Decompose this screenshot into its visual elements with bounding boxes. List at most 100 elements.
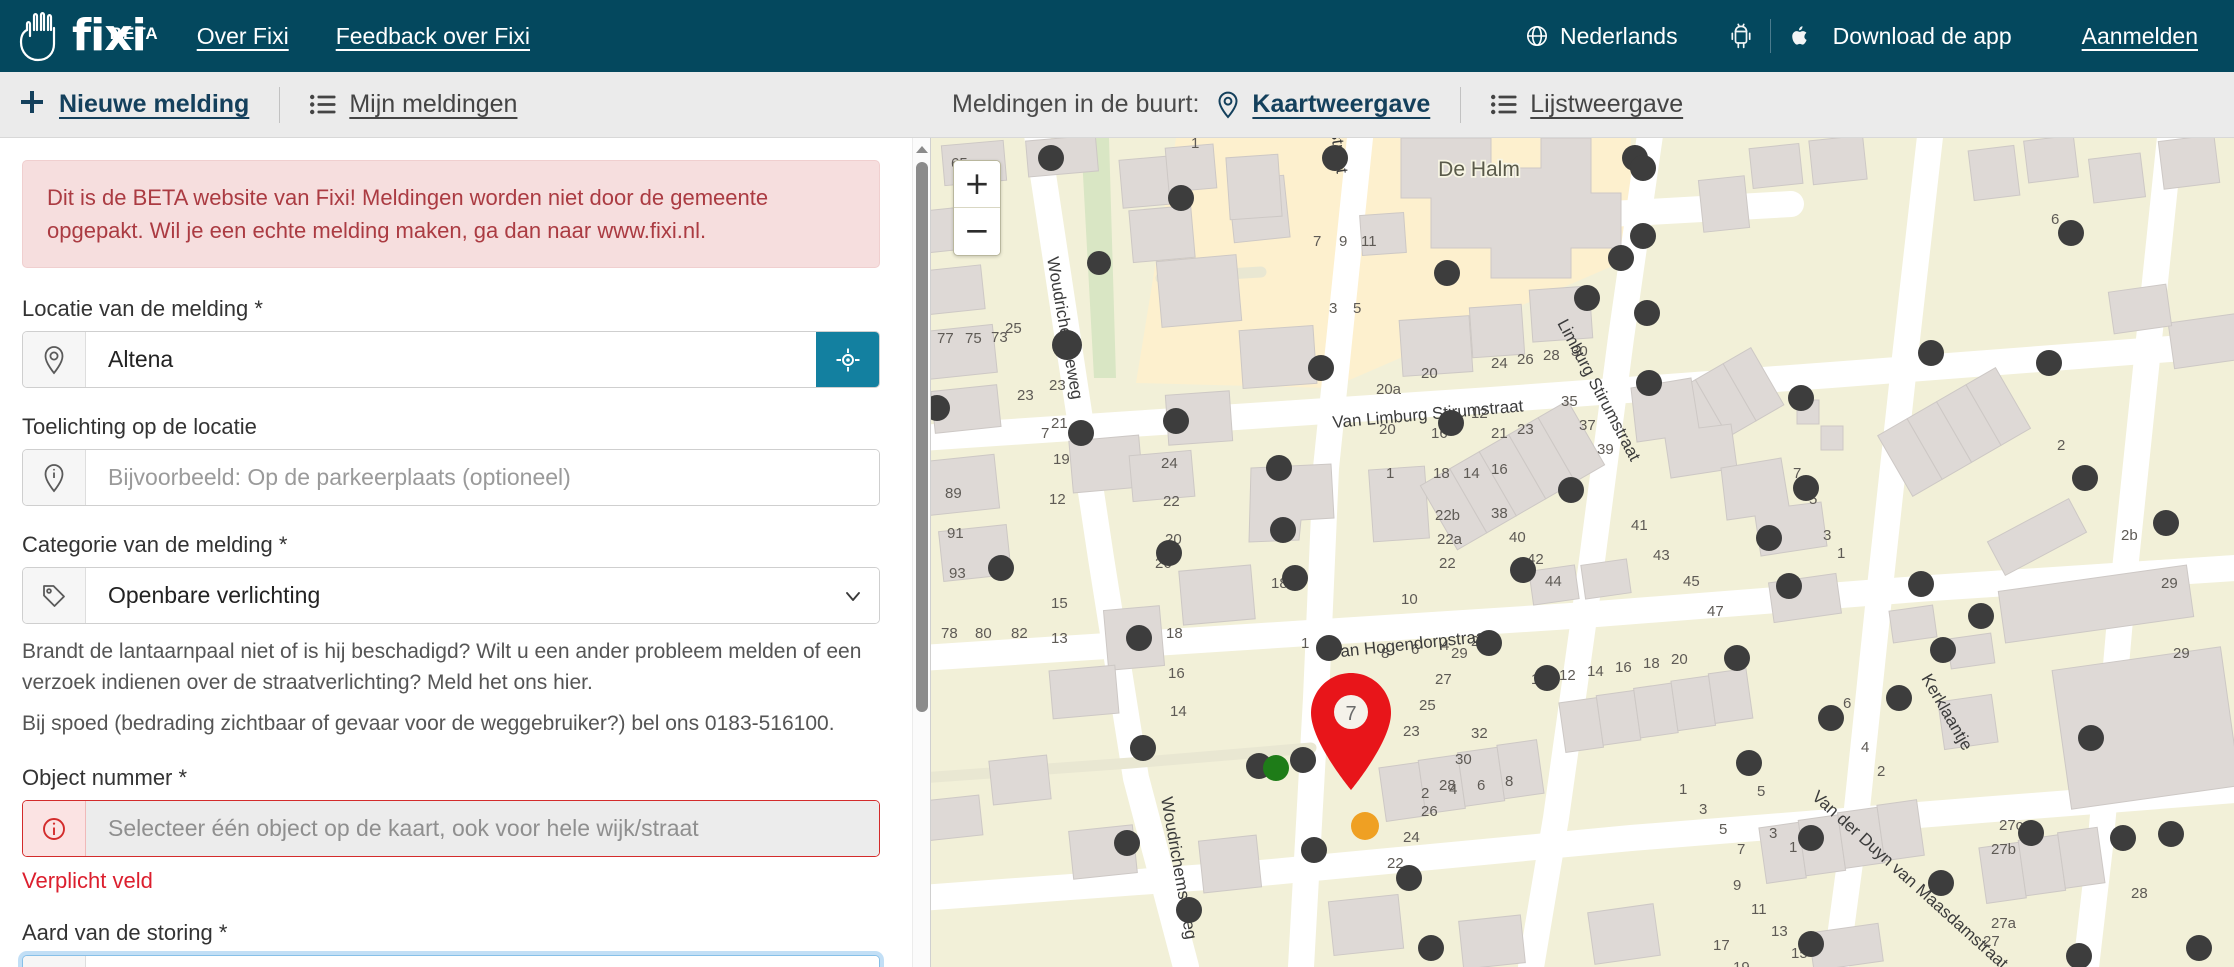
- svg-text:39: 39: [1597, 441, 1614, 458]
- report-form-panel: Dit is de BETA website van Fixi! Melding…: [0, 138, 930, 967]
- svg-text:43: 43: [1653, 547, 1670, 564]
- logo[interactable]: fixi BETA: [18, 10, 159, 62]
- over-fixi-link[interactable]: Over Fixi: [197, 23, 289, 50]
- zoom-out-button[interactable]: −: [954, 208, 1000, 255]
- tag-icon: [23, 568, 86, 623]
- svg-text:4: 4: [1861, 739, 1869, 756]
- my-reports-button[interactable]: Mijn meldingen: [310, 90, 517, 119]
- svg-text:7: 7: [1313, 233, 1321, 250]
- svg-text:27a: 27a: [1991, 915, 2017, 932]
- list-view-button[interactable]: Lijstweergave: [1491, 90, 1683, 119]
- svg-text:11: 11: [1751, 901, 1767, 918]
- area-label: De Halm: [1438, 158, 1520, 181]
- svg-text:45: 45: [1683, 573, 1700, 590]
- svg-text:1: 1: [1679, 781, 1687, 798]
- svg-text:7: 7: [1041, 425, 1049, 442]
- svg-text:78: 78: [941, 625, 958, 642]
- map-marker-green: [1263, 755, 1289, 781]
- apple-icon[interactable]: [1787, 22, 1813, 50]
- svg-text:25: 25: [1419, 697, 1436, 714]
- svg-text:23: 23: [1017, 387, 1034, 404]
- svg-text:1: 1: [1191, 138, 1199, 152]
- object-number-input[interactable]: Selecteer één object op de kaart, ook vo…: [86, 801, 879, 857]
- header-right-group: Nederlands Download de app Aanmelden: [1525, 19, 2198, 53]
- new-report-button[interactable]: Nieuwe melding: [18, 88, 249, 122]
- svg-text:32: 32: [1471, 725, 1488, 742]
- svg-text:93: 93: [949, 565, 966, 582]
- object-number-input-row[interactable]: Selecteer één object op de kaart, ook vo…: [22, 800, 880, 858]
- location-input[interactable]: Altena: [86, 332, 816, 387]
- feedback-over-fixi-link[interactable]: Feedback over Fixi: [336, 23, 530, 50]
- download-app-link[interactable]: Download de app: [1833, 23, 2012, 50]
- list-icon: [310, 94, 336, 115]
- beta-alert-banner: Dit is de BETA website van Fixi! Melding…: [22, 160, 880, 268]
- form-scrollbar[interactable]: [912, 138, 930, 967]
- svg-text:89: 89: [945, 485, 962, 502]
- language-selector[interactable]: Nederlands: [1525, 23, 1678, 50]
- svg-text:12: 12: [1559, 667, 1576, 684]
- svg-text:30: 30: [1455, 751, 1472, 768]
- svg-text:14: 14: [1587, 663, 1604, 680]
- svg-text:14: 14: [1463, 465, 1480, 482]
- map-zoom-controls[interactable]: + −: [953, 160, 1001, 256]
- svg-text:22: 22: [1163, 493, 1180, 510]
- signin-link[interactable]: Aanmelden: [2082, 23, 2198, 50]
- svg-text:18: 18: [1166, 625, 1183, 642]
- svg-text:26: 26: [1517, 351, 1534, 368]
- svg-text:29: 29: [2161, 575, 2178, 592]
- hand-icon: [18, 10, 66, 62]
- location-field-group: Locatie van de melding * Altena: [22, 296, 880, 388]
- svg-text:22a: 22a: [1437, 531, 1463, 548]
- svg-text:47: 47: [1707, 603, 1724, 620]
- category-select-row[interactable]: Openbare verlichting: [22, 567, 880, 624]
- svg-text:73: 73: [991, 329, 1008, 346]
- location-note-input-row[interactable]: Bijvoorbeeld: Op de parkeerplaats (optio…: [22, 449, 880, 506]
- location-input-row[interactable]: Altena: [22, 331, 880, 388]
- svg-text:27b: 27b: [1991, 841, 2016, 858]
- svg-text:3: 3: [1823, 527, 1831, 544]
- svg-text:7: 7: [1737, 841, 1745, 858]
- svg-text:38: 38: [1491, 505, 1508, 522]
- map-view-button[interactable]: Kaartweergave: [1217, 90, 1430, 119]
- svg-text:11: 11: [1361, 233, 1377, 250]
- svg-text:2b: 2b: [2121, 527, 2138, 544]
- map-view[interactable]: .bld { fill:#ded9d6; stroke:#cdc8c5; str…: [930, 138, 2234, 967]
- svg-text:28: 28: [2131, 885, 2148, 902]
- fault-type-select[interactable]: Lamp brandt niet: [86, 956, 827, 967]
- main-area: Dit is de BETA website van Fixi! Melding…: [0, 138, 2234, 967]
- category-help-text-1: Brandt de lantaarnpaal niet of is hij be…: [22, 640, 862, 695]
- info-circle-icon: [23, 801, 86, 857]
- scrollbar-thumb[interactable]: [916, 162, 928, 712]
- svg-text:5: 5: [1353, 300, 1361, 317]
- subnav-divider-2: [1460, 86, 1462, 123]
- svg-text:16: 16: [1491, 461, 1508, 478]
- map-pin-icon: [23, 332, 86, 387]
- use-my-location-button[interactable]: [816, 332, 879, 387]
- svg-text:24: 24: [1403, 829, 1420, 846]
- map-canvas[interactable]: .bld { fill:#ded9d6; stroke:#cdc8c5; str…: [931, 138, 2234, 967]
- subnav-left-group: Nieuwe melding Mijn meldingen: [0, 86, 930, 123]
- svg-text:91: 91: [947, 525, 964, 542]
- svg-text:9: 9: [1339, 233, 1347, 250]
- info-pin-icon: [23, 450, 86, 505]
- svg-text:13: 13: [1051, 630, 1068, 647]
- svg-text:18: 18: [1433, 465, 1450, 482]
- svg-text:1: 1: [1386, 465, 1394, 482]
- fault-type-select-row[interactable]: Lamp brandt niet: [22, 955, 880, 967]
- subnav-divider: [279, 86, 281, 123]
- sub-navigation: Nieuwe melding Mijn meldingen Meldingen …: [0, 72, 2234, 138]
- zoom-in-button[interactable]: +: [954, 161, 1000, 208]
- location-note-input[interactable]: Bijvoorbeeld: Op de parkeerplaats (optio…: [86, 450, 879, 505]
- fault-type-field-group: Aard van de storing * Lamp brandt niet: [22, 920, 880, 967]
- category-select[interactable]: Openbare verlichting: [86, 568, 827, 623]
- svg-text:14: 14: [1170, 703, 1187, 720]
- object-number-error: Verplicht veld: [22, 868, 153, 894]
- svg-text:22b: 22b: [1435, 507, 1460, 524]
- svg-text:1: 1: [1789, 839, 1797, 856]
- android-icon[interactable]: [1728, 22, 1754, 50]
- map-view-label: Kaartweergave: [1252, 90, 1431, 118]
- svg-text:18: 18: [1643, 655, 1660, 672]
- scroll-up-arrow-icon[interactable]: [916, 146, 928, 153]
- chevron-down-icon: [827, 956, 879, 967]
- svg-text:2: 2: [2057, 437, 2065, 454]
